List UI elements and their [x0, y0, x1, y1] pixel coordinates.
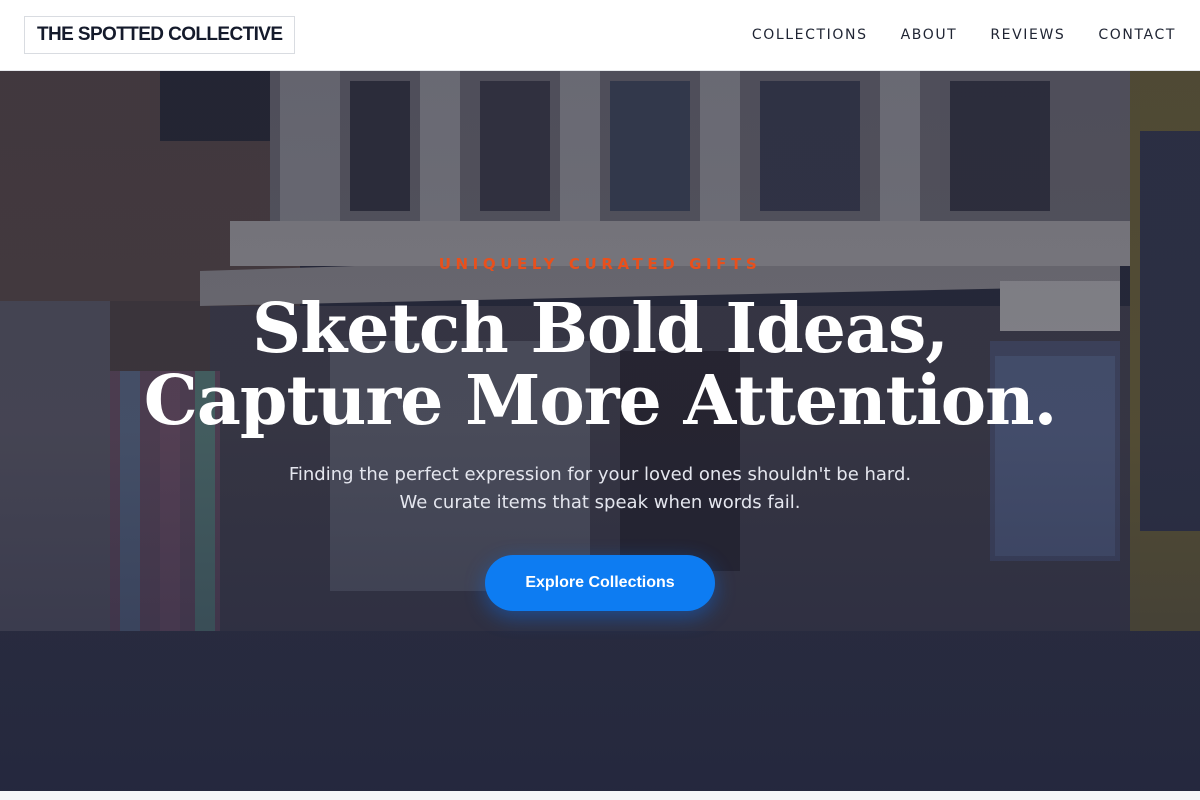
explore-collections-button[interactable]: Explore Collections — [485, 555, 715, 611]
page-bottom-strip — [0, 791, 1200, 800]
headline-line-1: Sketch Bold Ideas, — [252, 289, 949, 369]
nav-item-collections[interactable]: COLLECTIONS — [752, 27, 868, 43]
nav-item-about[interactable]: ABOUT — [901, 27, 958, 43]
hero-content: UNIQUELY CURATED GIFTS Sketch Bold Ideas… — [0, 71, 1200, 791]
headline-line-2: Capture More Attention. — [143, 361, 1058, 441]
hero-eyebrow: UNIQUELY CURATED GIFTS — [438, 255, 762, 273]
brand-logo[interactable]: THE SPOTTED COLLECTIVE — [24, 16, 296, 54]
subtitle-line-1: Finding the perfect expression for your … — [288, 464, 912, 485]
site-header: THE SPOTTED COLLECTIVE COLLECTIONS ABOUT… — [0, 0, 1200, 71]
hero-subtitle: Finding the perfect expression for your … — [0, 461, 1200, 517]
hero-section: UNIQUELY CURATED GIFTS Sketch Bold Ideas… — [0, 71, 1200, 791]
subtitle-line-2: We curate items that speak when words fa… — [399, 492, 801, 513]
nav-item-reviews[interactable]: REVIEWS — [990, 27, 1065, 43]
hero-headline: Sketch Bold Ideas, Capture More Attentio… — [0, 293, 1200, 437]
nav-item-contact[interactable]: CONTACT — [1098, 27, 1176, 43]
main-nav: COLLECTIONS ABOUT REVIEWS CONTACT — [752, 27, 1176, 43]
